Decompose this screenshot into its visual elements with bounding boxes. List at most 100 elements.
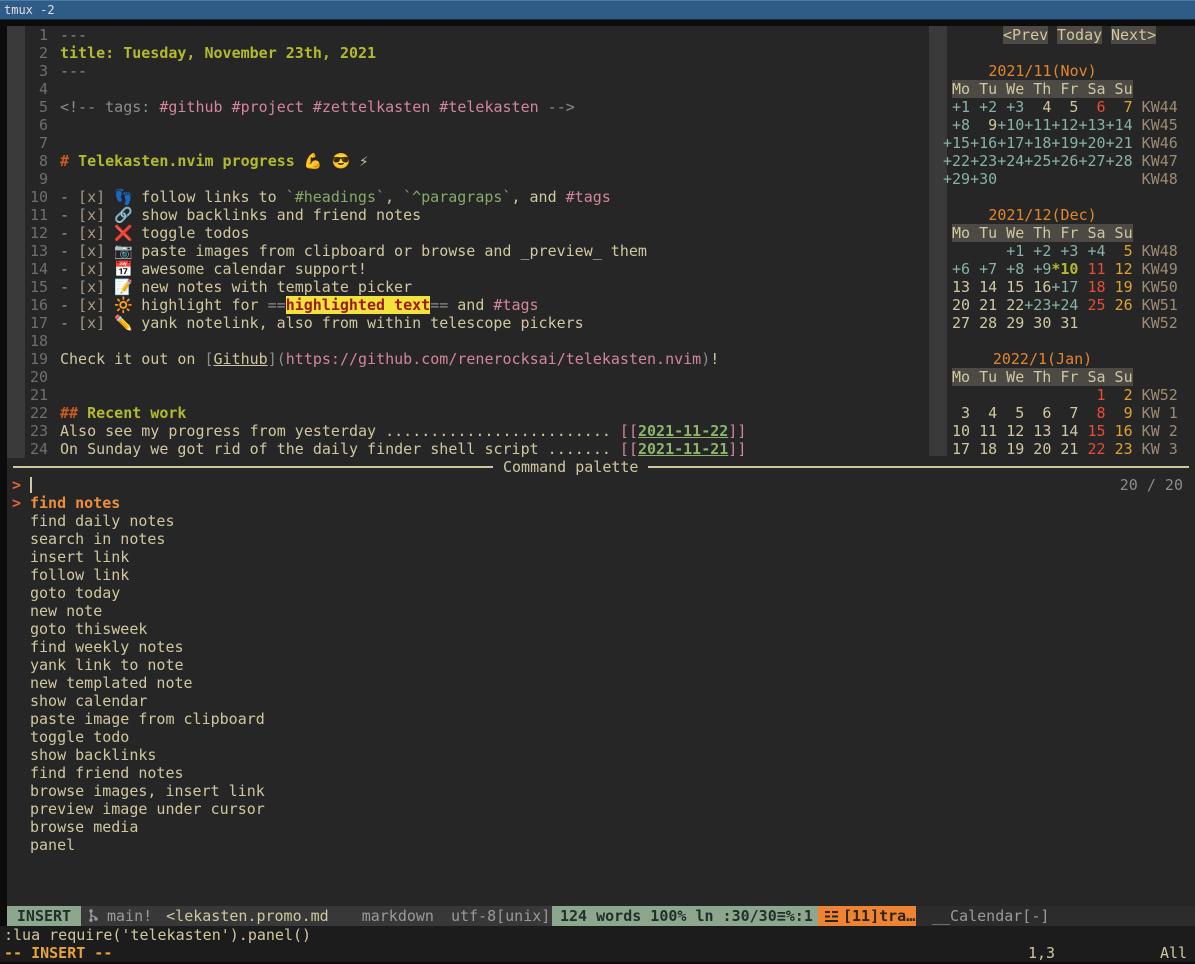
calendar-day[interactable] <box>1051 170 1078 188</box>
calendar-day[interactable]: 21 <box>1051 440 1078 458</box>
calendar-day[interactable]: +17 <box>997 134 1024 152</box>
calendar-day[interactable] <box>1106 314 1133 332</box>
editor-line[interactable]: 13- [x] 📷paste images from clipboard or … <box>7 242 647 260</box>
editor-line[interactable]: 17- [x] ✏️yank notelink, also from withi… <box>7 314 584 332</box>
editor-line[interactable]: 12- [x] ❌toggle todos <box>7 224 250 242</box>
editor-line[interactable]: 21 <box>7 386 60 404</box>
editor-line[interactable]: 5<!-- tags: #github #project #zettelkast… <box>7 98 575 116</box>
calendar-day[interactable]: +26 <box>1051 152 1078 170</box>
calendar-day[interactable]: 31 <box>1051 314 1078 332</box>
calendar-day[interactable]: 11 <box>970 422 997 440</box>
calendar-day[interactable]: +14 <box>1106 116 1133 134</box>
calendar-day[interactable]: 6 <box>1078 98 1105 116</box>
palette-item[interactable]: find weekly notes <box>7 638 1188 656</box>
calendar-day[interactable] <box>1024 170 1051 188</box>
calendar-day[interactable]: +6 <box>943 260 970 278</box>
command-line[interactable]: :lua require('telekasten').panel() <box>0 926 1195 944</box>
palette-item[interactable]: show backlinks <box>7 746 1188 764</box>
calendar-day[interactable]: +11 <box>1024 116 1051 134</box>
calendar-day[interactable]: 20 <box>1024 440 1051 458</box>
calendar-day[interactable]: 25 <box>1078 296 1105 314</box>
calendar-day[interactable]: +8 <box>997 260 1024 278</box>
editor-line[interactable]: 9 <box>7 170 60 188</box>
calendar-day[interactable]: *10 <box>1051 260 1078 278</box>
calendar-day[interactable]: 19 <box>997 440 1024 458</box>
calendar-day[interactable]: 26 <box>1106 296 1133 314</box>
calendar-day[interactable]: 8 <box>1078 404 1105 422</box>
calendar-day[interactable]: +2 <box>1024 242 1051 260</box>
palette-item[interactable]: insert link <box>7 548 1188 566</box>
palette-item[interactable]: browse media <box>7 818 1188 836</box>
palette-item[interactable]: goto thisweek <box>7 620 1188 638</box>
calendar-day[interactable]: 4 <box>970 404 997 422</box>
calendar-day[interactable]: +16 <box>970 134 997 152</box>
editor-line[interactable]: 6 <box>7 116 60 134</box>
calendar-day[interactable]: 19 <box>1106 278 1133 296</box>
palette-item[interactable]: new templated note <box>7 674 1188 692</box>
editor-line[interactable]: 15- [x] 📝new notes with template picker <box>7 278 412 296</box>
editor-line[interactable]: 2title: Tuesday, November 23th, 2021 <box>7 44 376 62</box>
calendar-day[interactable]: +22 <box>943 152 970 170</box>
calendar-day[interactable]: 14 <box>970 278 997 296</box>
calendar-day[interactable]: 18 <box>1078 278 1105 296</box>
calendar-day[interactable]: +27 <box>1078 152 1105 170</box>
calendar-day[interactable]: +21 <box>1106 134 1133 152</box>
calendar-day[interactable]: 13 <box>1024 422 1051 440</box>
editor-line[interactable]: 18 <box>7 332 60 350</box>
calendar-day[interactable]: +25 <box>1024 152 1051 170</box>
calendar-day[interactable]: +23 <box>1024 296 1051 314</box>
calendar-day[interactable]: 27 <box>943 314 970 332</box>
tab-segment[interactable]: [11]tra… <box>818 906 916 926</box>
calendar-day[interactable]: 22 <box>1078 440 1105 458</box>
calendar-day[interactable] <box>1106 170 1133 188</box>
calendar-nav-button[interactable]: Next> <box>1111 26 1156 44</box>
calendar-day[interactable]: 17 <box>943 440 970 458</box>
calendar-day[interactable]: +2 <box>970 98 997 116</box>
calendar-day[interactable]: 20 <box>943 296 970 314</box>
calendar-nav-button[interactable]: <Prev <box>1003 26 1048 44</box>
calendar-day[interactable]: +24 <box>997 152 1024 170</box>
palette-item[interactable]: goto today <box>7 584 1188 602</box>
editor-line[interactable]: 1--- <box>7 26 87 44</box>
calendar-day[interactable]: 9 <box>970 116 997 134</box>
calendar-day[interactable]: 14 <box>1051 422 1078 440</box>
calendar-nav-button[interactable]: Today <box>1057 26 1102 44</box>
calendar-day[interactable]: +1 <box>943 98 970 116</box>
calendar-day[interactable]: +8 <box>943 116 970 134</box>
palette-item[interactable]: follow link <box>7 566 1188 584</box>
editor-line[interactable]: 7 <box>7 134 60 152</box>
editor-line[interactable]: 24On Sunday we got rid of the daily find… <box>7 440 746 458</box>
calendar-day[interactable]: 7 <box>1106 98 1133 116</box>
calendar-day[interactable]: +20 <box>1078 134 1105 152</box>
calendar-day[interactable] <box>970 386 997 404</box>
calendar-day[interactable]: 6 <box>1024 404 1051 422</box>
calendar-day[interactable]: 7 <box>1051 404 1078 422</box>
calendar-day[interactable]: 11 <box>1078 260 1105 278</box>
editor-line[interactable]: 10- [x] 👣follow links to `#headings`, `^… <box>7 188 611 206</box>
calendar-day[interactable]: +24 <box>1051 296 1078 314</box>
calendar-day[interactable]: +29 <box>943 170 970 188</box>
calendar-day[interactable]: 12 <box>1106 260 1133 278</box>
calendar-day[interactable]: +18 <box>1024 134 1051 152</box>
calendar-day[interactable]: 23 <box>1106 440 1133 458</box>
palette-item[interactable]: find friend notes <box>7 764 1188 782</box>
palette-item[interactable]: search in notes <box>7 530 1188 548</box>
calendar-day[interactable] <box>1051 386 1078 404</box>
palette-item[interactable]: >find notes <box>7 494 1188 512</box>
calendar-day[interactable]: 4 <box>1024 98 1051 116</box>
calendar-day[interactable]: 22 <box>997 296 1024 314</box>
calendar-day[interactable]: 16 <box>1106 422 1133 440</box>
palette-item[interactable]: new note <box>7 602 1188 620</box>
calendar-day[interactable]: 29 <box>997 314 1024 332</box>
calendar-day[interactable] <box>943 386 970 404</box>
editor-line[interactable]: 23Also see my progress from yesterday ..… <box>7 422 746 440</box>
calendar-day[interactable] <box>1024 386 1051 404</box>
calendar-day[interactable]: +9 <box>1024 260 1051 278</box>
calendar-day[interactable] <box>997 386 1024 404</box>
editor-line[interactable]: 8# Telekasten.nvim progress 💪 😎 ⚡ <box>7 152 368 170</box>
calendar-day[interactable]: 5 <box>1051 98 1078 116</box>
calendar-day[interactable]: 2 <box>1106 386 1133 404</box>
calendar-day[interactable]: +28 <box>1106 152 1133 170</box>
calendar-day[interactable]: +17 <box>1051 278 1078 296</box>
palette-item[interactable]: browse images, insert link <box>7 782 1188 800</box>
